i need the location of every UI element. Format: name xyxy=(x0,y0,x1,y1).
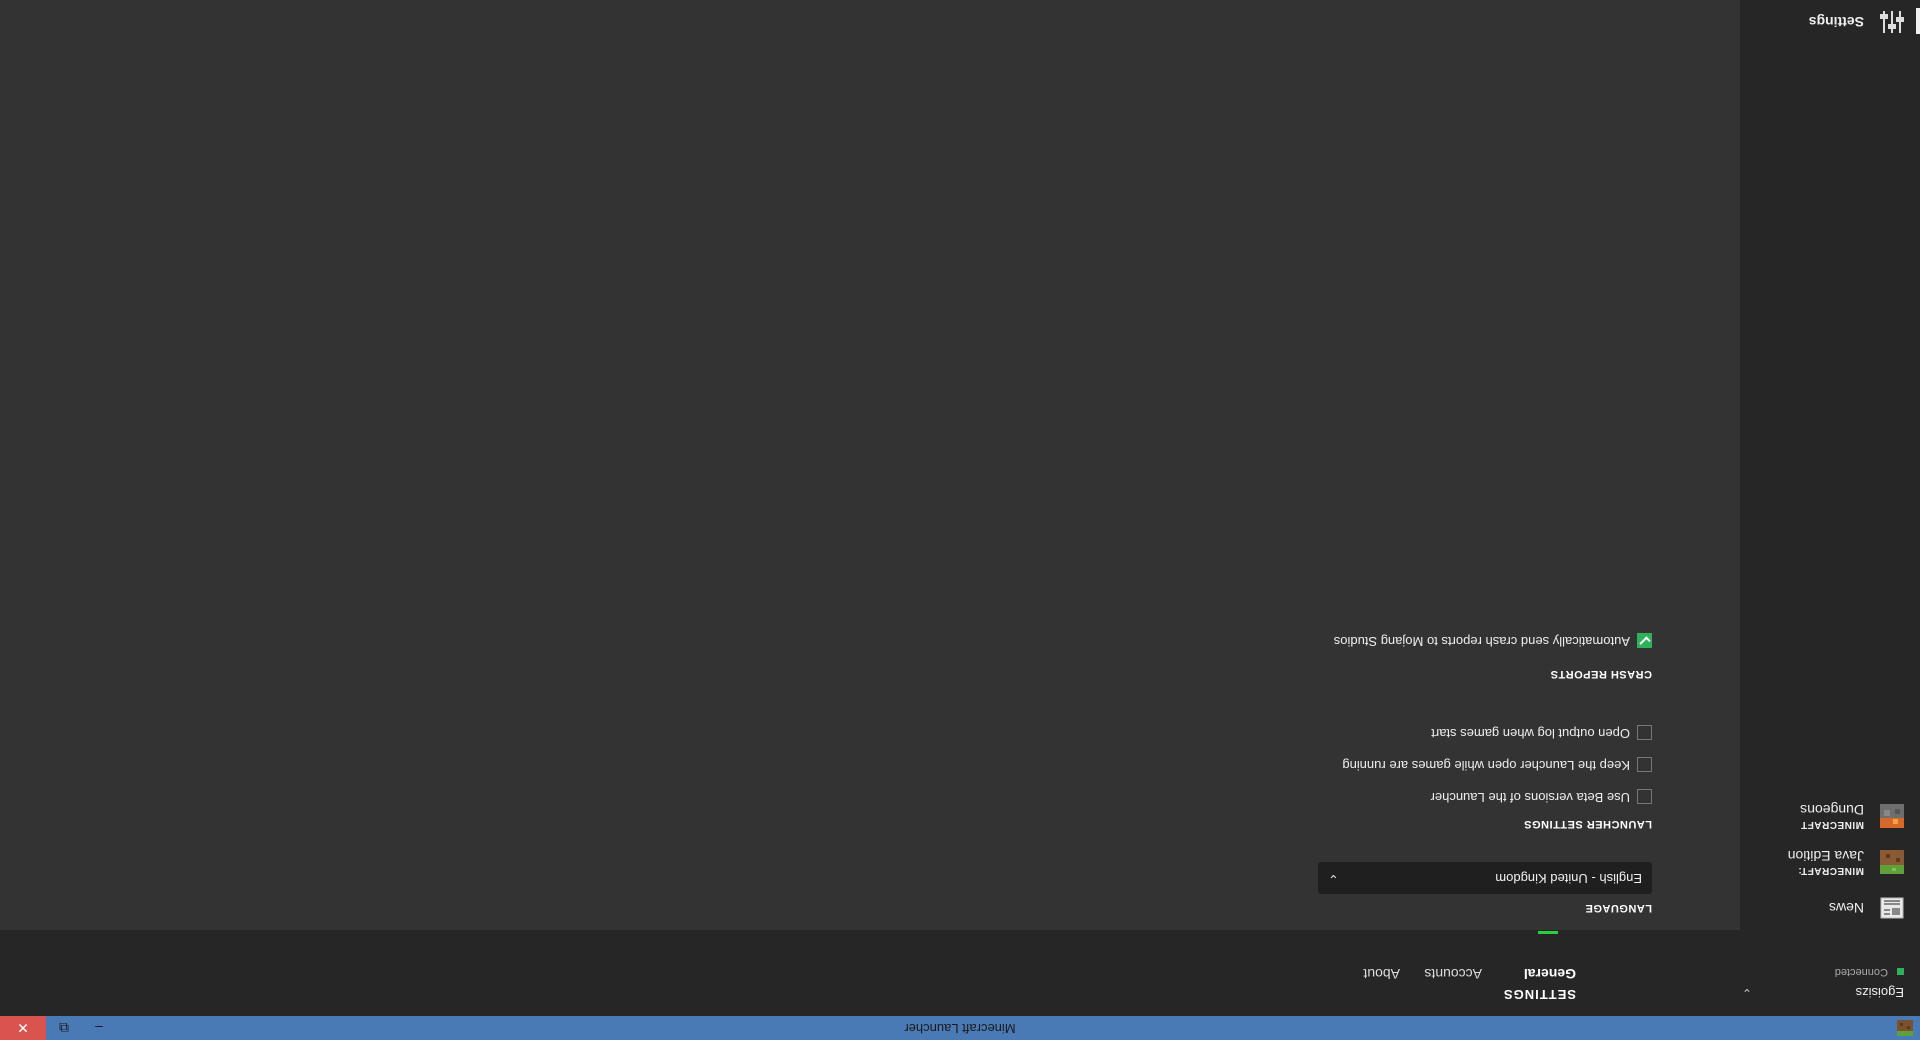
status-dot-icon xyxy=(1897,968,1904,976)
general-settings-panel: LANGUAGE English - United Kingdom ⌄ LAUN… xyxy=(0,0,1740,930)
crash-reports-title: CRASH REPORTS xyxy=(1550,668,1652,680)
language-value: English - United Kingdom xyxy=(1495,871,1642,886)
restore-button[interactable]: ⧉ xyxy=(50,1016,78,1040)
dungeons-icon xyxy=(1880,804,1904,828)
close-button[interactable]: ✕ xyxy=(0,1016,46,1040)
checkbox-checked[interactable] xyxy=(1637,633,1652,648)
minimize-button[interactable]: – xyxy=(86,1016,112,1040)
settings-sliders-icon xyxy=(1880,11,1904,33)
active-tab-indicator xyxy=(1538,931,1558,934)
username: Egoisizs xyxy=(1855,985,1904,1000)
language-section-title: LANGUAGE xyxy=(1585,902,1652,914)
news-icon xyxy=(1880,897,1904,919)
option-label: Keep the Launcher open while games are r… xyxy=(1342,758,1630,773)
sidebar-item-label: News xyxy=(1828,900,1864,916)
checkbox[interactable] xyxy=(1637,789,1652,804)
tab-about[interactable]: About xyxy=(1363,966,1400,982)
status-text: Connected xyxy=(1834,966,1888,978)
page-title: SETTINGS xyxy=(1502,987,1576,1002)
option-label: Open output log when games start xyxy=(1431,726,1630,741)
sidebar-item-java-edition[interactable]: MINECRAFT: Java Edition xyxy=(1746,840,1906,880)
title-bar[interactable]: Minecraft Launcher – ⧉ ✕ xyxy=(0,1016,1920,1040)
sidebar-item-settings[interactable]: Settings xyxy=(1740,0,1920,40)
active-indicator xyxy=(1916,8,1920,34)
game-name: Java Edition xyxy=(1787,848,1864,864)
sidebar-item-label: Settings xyxy=(1808,14,1864,30)
game-name: Dungeons xyxy=(1800,802,1864,818)
connection-status: Connected xyxy=(1835,966,1904,978)
game-brand: MINECRAFT xyxy=(1800,819,1864,830)
window-title: Minecraft Launcher xyxy=(904,1021,1016,1036)
launcher-settings-title: LAUNCHER SETTINGS xyxy=(1523,818,1652,830)
tab-general[interactable]: General xyxy=(1524,966,1576,982)
option-label: Use Beta versions of the Launcher xyxy=(1430,790,1630,805)
chevron-down-icon: ⌄ xyxy=(1741,986,1752,1000)
game-brand: MINECRAFT: xyxy=(1797,865,1864,876)
checkbox[interactable] xyxy=(1637,725,1652,740)
checkbox[interactable] xyxy=(1637,757,1652,772)
sidebar-item-news[interactable]: News xyxy=(1746,886,1906,926)
chevron-down-icon: ⌄ xyxy=(1328,872,1339,887)
java-edition-icon xyxy=(1880,850,1904,874)
settings-header: SETTINGS General Accounts About xyxy=(0,930,1740,1016)
tab-accounts[interactable]: Accounts xyxy=(1424,966,1482,982)
option-label: Automatically send crash reports to Moja… xyxy=(1333,634,1630,649)
sidebar-item-dungeons[interactable]: MINECRAFT Dungeons xyxy=(1746,794,1906,834)
sidebar: Egoisizs ⌄ Connected News MINECRAFT: Jav… xyxy=(1740,0,1920,1016)
launcher-window: Minecraft Launcher – ⧉ ✕ Egoisizs ⌄ Conn… xyxy=(0,0,1920,1040)
account-switcher[interactable]: Egoisizs ⌄ xyxy=(1742,980,1904,1004)
language-select[interactable]: English - United Kingdom ⌄ xyxy=(1318,862,1652,894)
